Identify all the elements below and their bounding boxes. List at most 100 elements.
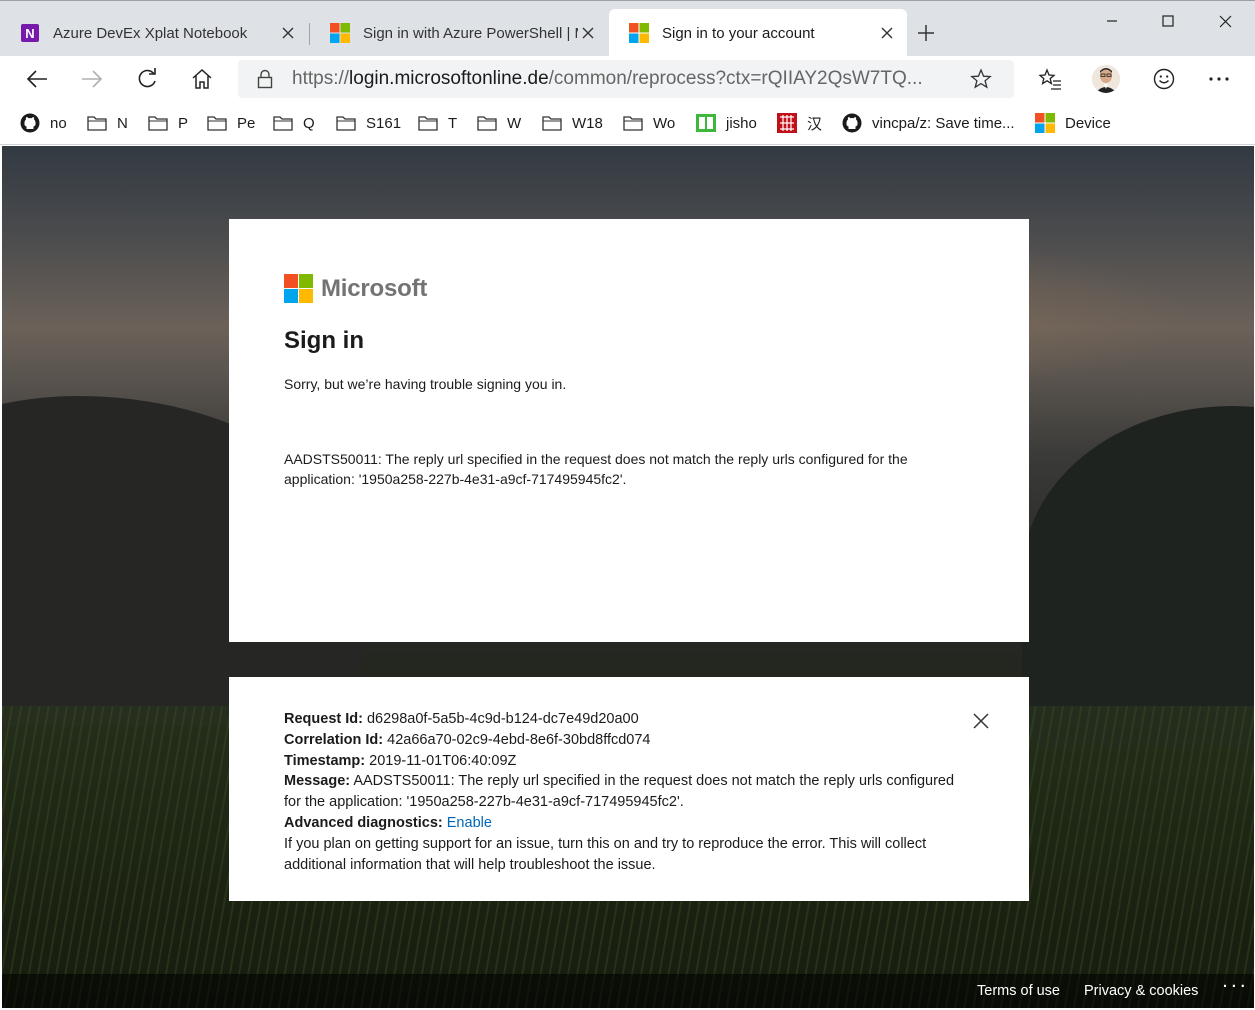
terms-of-use-link[interactable]: Terms of use: [977, 983, 1060, 999]
minimize-button[interactable]: [1084, 3, 1140, 39]
close-window-button[interactable]: [1197, 3, 1253, 39]
back-button[interactable]: [17, 60, 57, 98]
close-icon: [973, 713, 989, 729]
page-footer: Terms of use Privacy & cookies · · ·: [2, 974, 1254, 1008]
sign-in-card: Microsoft Sign in Sorry, but we’re havin…: [229, 219, 1029, 642]
github-icon: [20, 113, 40, 133]
tab-azure-powershell[interactable]: Sign in with Azure PowerShell | M: [310, 9, 608, 57]
timestamp-row: Timestamp: 2019-11-01T06:40:09Z: [284, 751, 974, 772]
privacy-cookies-link[interactable]: Privacy & cookies: [1084, 983, 1198, 999]
bookmark-folder-p[interactable]: P: [148, 112, 188, 134]
tab-title: Sign in to your account: [662, 24, 815, 42]
forward-button[interactable]: [72, 60, 112, 98]
folder-icon: [418, 114, 438, 132]
tab-title: Sign in with Azure PowerShell | M: [363, 24, 578, 42]
bookmark-label: Q: [303, 114, 315, 132]
url-host: login.microsoftonline.de: [349, 68, 549, 89]
brand-name: Microsoft: [321, 274, 428, 302]
close-details-button[interactable]: [969, 709, 993, 733]
bookmark-label: 汉: [807, 115, 823, 133]
settings-menu-button[interactable]: [1199, 60, 1239, 98]
close-tab-icon[interactable]: [877, 23, 897, 43]
bookmark-folder-pe[interactable]: Pe: [207, 112, 255, 134]
close-icon: [1219, 15, 1231, 27]
bookmark-folder-q[interactable]: Q: [273, 112, 315, 134]
bookmark-label: vincpa/z: Save time...: [872, 114, 1015, 132]
error-details-card: Request Id: d6298a0f-5a5b-4c9d-b124-dc7e…: [229, 677, 1029, 901]
tab-title: Azure DevEx Xplat Notebook: [53, 24, 248, 42]
refresh-button[interactable]: [127, 60, 167, 98]
bookmark-label: N: [117, 114, 128, 132]
bookmark-label: Device: [1065, 114, 1111, 132]
bookmark-folder-t[interactable]: T: [418, 112, 457, 134]
favorites-bar: no N P Pe Q S161 T W W18 Wo jisho 汉 vinc…: [0, 102, 1255, 145]
tab-sign-in[interactable]: Sign in to your account: [609, 9, 907, 57]
more-icon: [1209, 77, 1229, 81]
timestamp-value: 2019-11-01T06:40:09Z: [369, 752, 517, 769]
bookmark-label: jisho: [726, 114, 757, 132]
lock-icon[interactable]: [254, 68, 276, 90]
message-label: Message:: [284, 773, 351, 790]
folder-icon: [87, 114, 107, 132]
home-button[interactable]: [182, 60, 222, 98]
address-bar[interactable]: https://login.microsoftonline.de/common/…: [238, 60, 1014, 98]
advanced-diagnostics-row: Advanced diagnostics: Enable: [284, 813, 974, 834]
profile-avatar[interactable]: [1092, 65, 1120, 93]
url-scheme: https://: [292, 68, 350, 89]
close-tab-icon[interactable]: [278, 23, 298, 43]
page-background: Microsoft Sign in Sorry, but we’re havin…: [2, 146, 1254, 1008]
bookmark-folder-w18[interactable]: W18: [542, 112, 603, 134]
url-text[interactable]: https://login.microsoftonline.de/common/…: [292, 68, 960, 90]
footer-more-options[interactable]: · · ·: [1223, 979, 1246, 995]
page-title: Sign in: [284, 327, 364, 354]
close-tab-icon[interactable]: [578, 23, 598, 43]
timestamp-label: Timestamp:: [284, 752, 366, 769]
home-icon: [192, 68, 212, 89]
bookmark-label: no: [50, 114, 67, 132]
favorite-star-icon[interactable]: [968, 66, 994, 92]
bookmark-label: Pe: [237, 114, 256, 132]
bookmark-label: W: [507, 114, 522, 132]
correlation-id-value: 42a66a70-02c9-4ebd-8e6f-30bd8ffcd074: [387, 731, 651, 748]
onenote-icon: N: [20, 23, 40, 43]
microsoft-logo: Microsoft: [284, 274, 427, 303]
bookmark-folder-n[interactable]: N: [87, 112, 128, 134]
maximize-button[interactable]: [1140, 3, 1196, 39]
correlation-id-label: Correlation Id:: [284, 731, 384, 748]
hanzi-icon: [777, 113, 797, 133]
forward-arrow-icon: [82, 70, 103, 88]
bookmark-folder-w[interactable]: W: [477, 112, 521, 134]
tab-strip: N Azure DevEx Xplat Notebook Sign in wit…: [0, 0, 1255, 57]
url-path: /common/reprocess?ctx=rQIIAY2QsW7TQ...: [548, 68, 923, 89]
bookmark-label: S161: [366, 114, 402, 132]
bookmark-hanzi[interactable]: 汉: [777, 112, 822, 134]
feedback-button[interactable]: [1144, 60, 1184, 98]
message-row: Message: AADSTS50011: The reply url spec…: [284, 771, 974, 813]
browser-toolbar: https://login.microsoftonline.de/common/…: [0, 56, 1255, 102]
request-id-label: Request Id:: [284, 711, 363, 727]
message-value: AADSTS50011: The reply url specified in …: [284, 773, 955, 811]
new-tab-button[interactable]: [912, 19, 940, 47]
microsoft-logo-icon: [1035, 113, 1055, 133]
bookmark-device[interactable]: Device: [1035, 112, 1111, 134]
error-message: AADSTS50011: The reply url specified in …: [284, 451, 908, 487]
background-hill: [1022, 406, 1254, 746]
bookmark-jisho[interactable]: jisho: [696, 112, 757, 134]
bookmark-folder-s161[interactable]: S161: [336, 112, 401, 134]
microsoft-logo-icon: [330, 23, 350, 43]
bookmark-label: T: [448, 114, 458, 132]
bookmark-folder-wo[interactable]: Wo: [623, 112, 675, 134]
bookmark-no[interactable]: no: [20, 112, 67, 134]
favorites-button[interactable]: [1030, 60, 1070, 98]
tab-onenote[interactable]: N Azure DevEx Xplat Notebook: [0, 9, 308, 57]
bookmark-vincpa-z[interactable]: vincpa/z: Save time...: [842, 112, 1015, 134]
microsoft-logo-icon: [629, 23, 649, 43]
jisho-icon: [696, 114, 716, 132]
smiley-icon: [1153, 68, 1175, 90]
enable-diagnostics-link[interactable]: Enable: [447, 815, 492, 831]
correlation-id-row: Correlation Id: 42a66a70-02c9-4ebd-8e6f-…: [284, 730, 974, 751]
folder-icon: [273, 114, 293, 132]
bookmark-label: W18: [572, 114, 603, 132]
folder-icon: [477, 114, 497, 132]
maximize-icon: [1162, 15, 1174, 27]
